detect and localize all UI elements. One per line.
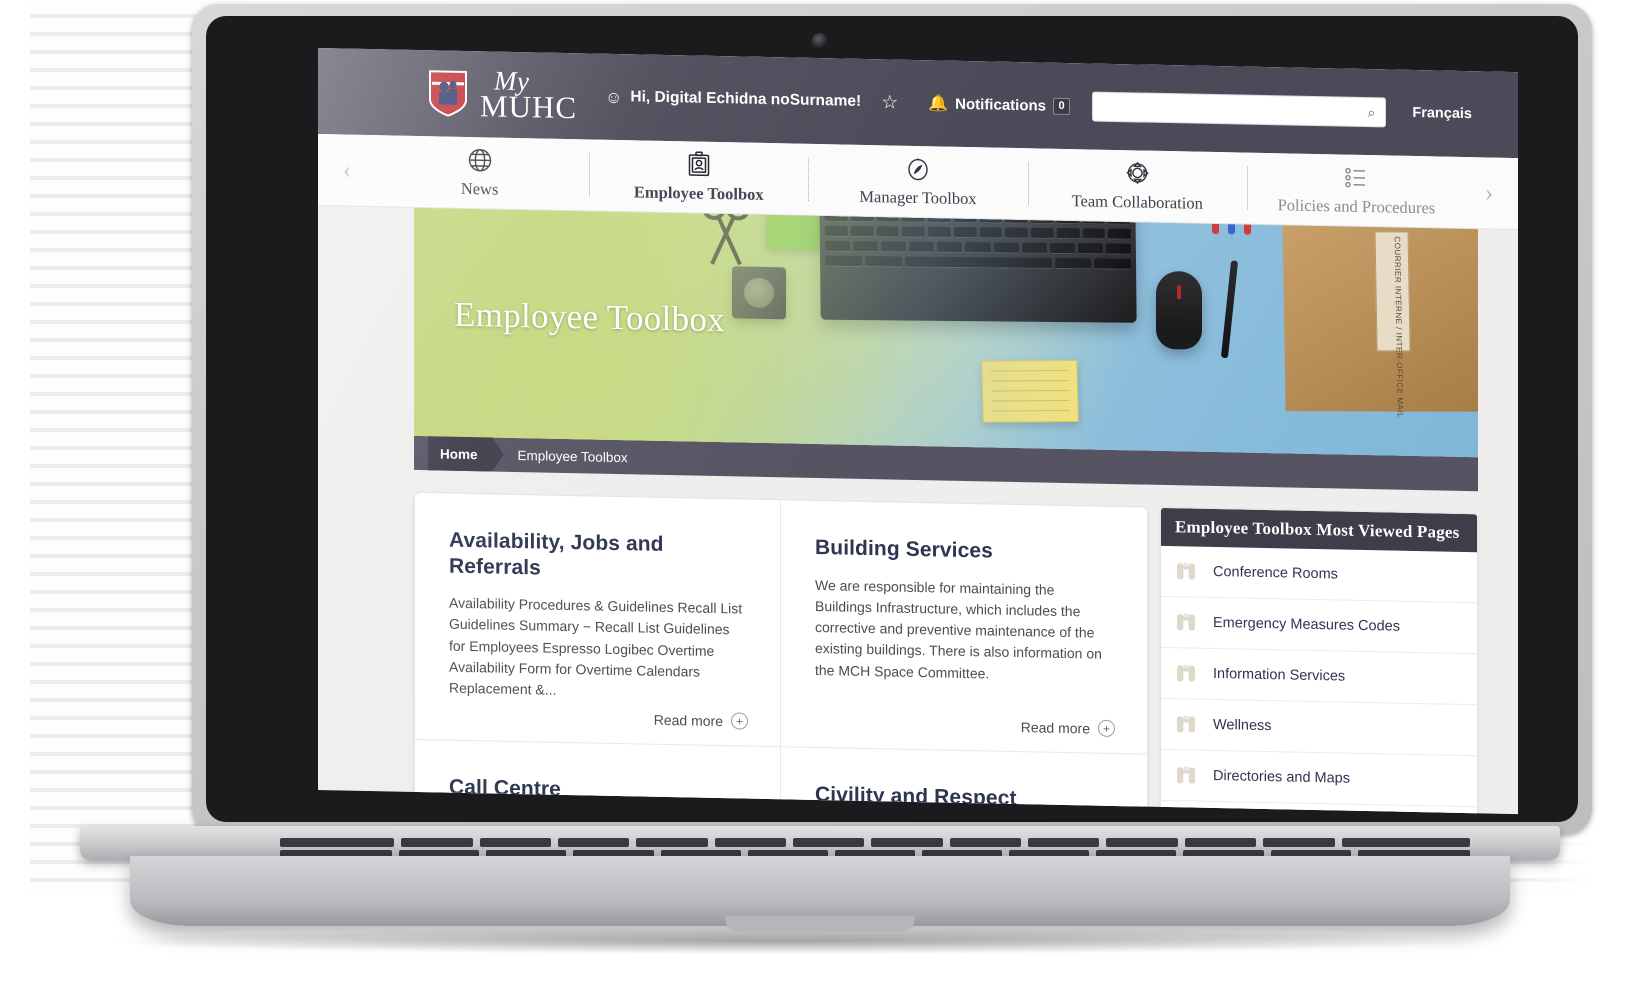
search-input[interactable] <box>1105 92 1368 127</box>
list-icon <box>1342 164 1370 192</box>
card-availability-jobs-and-referrals: Availability, Jobs and Referrals Availab… <box>415 492 781 748</box>
hero-banner: COURRIER INTERNE / INTER-OFFICE MAIL Emp… <box>414 207 1478 458</box>
most-viewed-panel-title: Employee Toolbox Most Viewed Pages <box>1161 507 1477 553</box>
search-icon[interactable]: ⌕ <box>1368 104 1376 121</box>
nav-item-manager-toolbox[interactable]: Manager Toolbox <box>808 144 1027 219</box>
binoculars-icon <box>1175 764 1197 786</box>
background-left-mask <box>0 0 30 900</box>
plus-circle-icon: + <box>731 712 748 730</box>
most-viewed-panel: Employee Toolbox Most Viewed Pages Confe… <box>1160 506 1478 815</box>
panel-item-emergency-measures-codes[interactable]: Emergency Measures Codes <box>1161 596 1477 655</box>
card-building-services: Building Services We are responsible for… <box>781 500 1147 755</box>
notifications-count-badge: 0 <box>1053 97 1070 115</box>
nav-item-team-collaboration[interactable]: Team Collaboration <box>1028 148 1247 223</box>
panel-item-label: Directories and Maps <box>1213 767 1350 787</box>
read-more-label: Read more <box>653 711 723 729</box>
laptop-screen: My MUHC ☺ Hi, Digital Echidna noSurname!… <box>318 48 1518 815</box>
panel-item-label: Information Services <box>1213 665 1346 685</box>
bell-icon: 🔔 <box>928 95 949 113</box>
panel-item-label: Wellness <box>1213 716 1272 735</box>
nav-prev-arrow-icon[interactable]: ‹ <box>324 134 370 206</box>
nav-label-news: News <box>460 178 499 199</box>
binoculars-icon <box>1175 560 1197 582</box>
card-body: Availability Procedures & Guidelines Rec… <box>449 594 743 699</box>
card-body: We are responsible for maintaining the B… <box>815 576 1102 682</box>
nav-next-arrow-icon[interactable]: › <box>1466 157 1512 229</box>
panel-item-label: Emergency Measures Codes <box>1213 614 1400 635</box>
logo-muhc-text: MUHC <box>480 87 578 125</box>
card-title[interactable]: Availability, Jobs and Referrals <box>449 528 746 585</box>
nav-item-news[interactable]: News <box>370 135 589 210</box>
breadcrumb-current: Employee Toolbox <box>517 447 628 465</box>
screenshot-stage: My MUHC ☺ Hi, Digital Echidna noSurname!… <box>0 0 1628 990</box>
panel-item-wellness[interactable]: Wellness <box>1161 698 1477 757</box>
smiley-icon: ☺ <box>605 87 623 107</box>
panel-item-conference-rooms[interactable]: Conference Rooms <box>1161 545 1477 604</box>
language-toggle-link[interactable]: Français <box>1412 105 1472 122</box>
nav-label-manager-toolbox: Manager Toolbox <box>859 186 977 209</box>
user-greeting: ☺ Hi, Digital Echidna noSurname! <box>605 87 862 111</box>
nav-label-policies-and-procedures: Policies and Procedures <box>1277 195 1436 218</box>
card-title[interactable]: Building Services <box>815 535 1113 567</box>
plus-circle-icon: + <box>1098 719 1115 737</box>
read-more-label: Read more <box>1020 718 1090 736</box>
greeting-text: Hi, Digital Echidna noSurname! <box>630 88 862 110</box>
muhc-crest-icon <box>428 69 468 118</box>
site-logo-text: My MUHC <box>480 65 578 125</box>
notifications-label: Notifications <box>955 95 1046 115</box>
laptop-mockup: My MUHC ☺ Hi, Digital Echidna noSurname!… <box>70 0 1592 990</box>
search-box[interactable]: ⌕ <box>1092 91 1387 128</box>
favorite-star-icon[interactable]: ☆ <box>881 92 898 113</box>
binoculars-icon <box>1175 662 1197 684</box>
laptop-notch <box>725 916 915 932</box>
id-badge-icon <box>686 150 712 178</box>
nav-item-employee-toolbox[interactable]: Employee Toolbox <box>589 139 808 214</box>
compass-icon <box>905 155 931 183</box>
nav-item-policies-and-procedures[interactable]: Policies and Procedures <box>1247 153 1466 228</box>
binoculars-icon <box>1175 611 1197 633</box>
notifications-button[interactable]: 🔔 Notifications 0 <box>928 93 1070 116</box>
globe-icon <box>467 146 493 174</box>
panel-item-information-services[interactable]: Information Services <box>1161 647 1477 706</box>
site-logo[interactable]: My MUHC <box>428 65 578 125</box>
breadcrumb-home-link[interactable]: Home <box>428 436 492 472</box>
read-more-button[interactable]: Read more + <box>1021 718 1115 737</box>
nav-label-employee-toolbox: Employee Toolbox <box>633 182 764 204</box>
nav-label-team-collaboration: Team Collaboration <box>1071 191 1203 213</box>
panel-item-directories-and-maps[interactable]: Directories and Maps <box>1161 749 1477 808</box>
content-area: Availability, Jobs and Referrals Availab… <box>318 468 1518 815</box>
page-title: Employee Toolbox <box>454 294 725 340</box>
read-more-button[interactable]: Read more + <box>654 711 748 730</box>
webcam-icon <box>811 33 829 50</box>
target-icon <box>1124 159 1151 187</box>
panel-item-label: Conference Rooms <box>1213 563 1338 583</box>
portal-page: My MUHC ☺ Hi, Digital Echidna noSurname!… <box>318 48 1518 815</box>
binoculars-icon <box>1175 713 1197 735</box>
card-grid: Availability, Jobs and Referrals Availab… <box>414 491 1148 815</box>
